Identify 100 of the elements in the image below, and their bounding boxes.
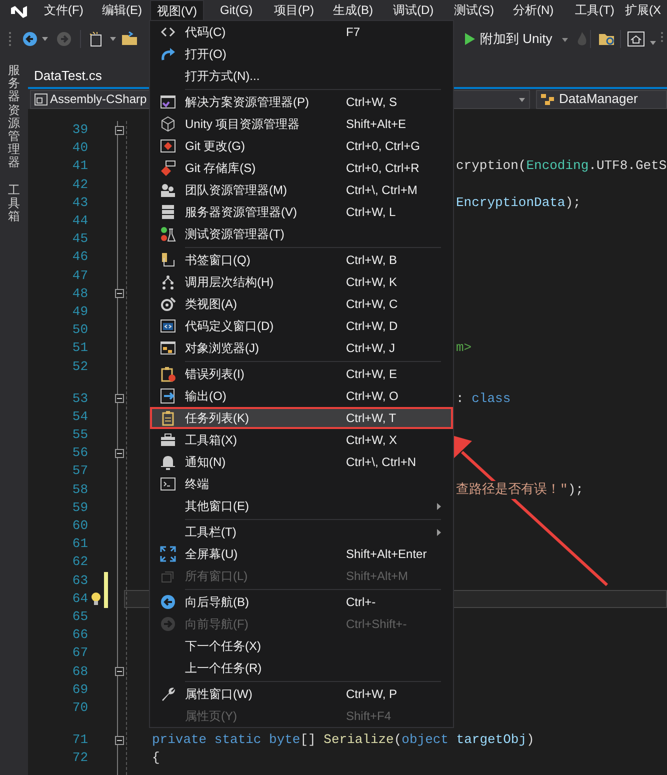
menu-item[interactable]: 类视图(A) Ctrl+W, C bbox=[150, 293, 453, 315]
line-number: 49 bbox=[71, 302, 88, 321]
gear-icon[interactable] bbox=[160, 296, 176, 312]
toolbox-icon[interactable] bbox=[160, 432, 176, 448]
folder-search-icon[interactable] bbox=[598, 31, 616, 47]
menu-item[interactable]: 测试资源管理器(T) bbox=[150, 223, 453, 245]
type-dropdown[interactable]: DataManager bbox=[536, 90, 667, 108]
menu-item[interactable]: 团队资源管理器(M) Ctrl+\, Ctrl+M bbox=[150, 179, 453, 201]
collapse-icon[interactable] bbox=[114, 448, 124, 458]
menu-item[interactable]: 打开(O) bbox=[150, 43, 453, 65]
menu-item[interactable]: 工具栏(T) bbox=[150, 521, 453, 543]
caret-icon[interactable] bbox=[42, 37, 48, 41]
menu-item[interactable]: Unity 项目资源管理器 Shift+Alt+E bbox=[150, 113, 453, 135]
redo-arrow-icon[interactable] bbox=[160, 46, 176, 62]
collapse-icon[interactable] bbox=[114, 667, 124, 676]
bookmark-icon[interactable] bbox=[160, 252, 176, 268]
submenu-arrow-icon[interactable] bbox=[437, 529, 441, 536]
menu-item[interactable]: 输出(O) Ctrl+W, O bbox=[150, 385, 453, 407]
fullscreen-icon[interactable] bbox=[160, 546, 176, 562]
collapse-icon[interactable] bbox=[114, 289, 124, 298]
menu-bar-item[interactable]: 生成(B) bbox=[327, 0, 379, 21]
menu-item[interactable]: 上一个任务(R) bbox=[150, 657, 453, 679]
line-number: 61 bbox=[71, 535, 88, 554]
menu-bar-item[interactable]: 文件(F) bbox=[38, 0, 90, 21]
back-icon[interactable] bbox=[22, 31, 38, 47]
line-number: 59 bbox=[71, 498, 88, 517]
collapse-icon[interactable] bbox=[114, 736, 124, 745]
menu-bar-item[interactable]: 项目(P) bbox=[268, 0, 320, 21]
git-repo-icon[interactable] bbox=[160, 160, 176, 176]
menu-item[interactable]: 对象浏览器(J) Ctrl+W, J bbox=[150, 337, 453, 359]
caret-icon[interactable] bbox=[110, 37, 116, 41]
caret-icon[interactable] bbox=[650, 41, 656, 45]
menu-bar-item[interactable]: 编辑(E) bbox=[96, 0, 148, 21]
menu-bar-item[interactable]: Git(G) bbox=[214, 0, 259, 21]
clipboard-icon[interactable] bbox=[160, 410, 176, 426]
server-icon[interactable] bbox=[160, 204, 176, 220]
side-tab[interactable]: 服务器资源管理器 bbox=[8, 64, 20, 170]
collapse-icon[interactable] bbox=[114, 394, 124, 404]
menu-item[interactable]: 打开方式(N)... bbox=[150, 65, 453, 87]
wrench-icon[interactable] bbox=[160, 686, 176, 702]
menu-item[interactable]: Git 更改(G) Ctrl+0, Ctrl+G bbox=[150, 135, 453, 157]
caret-icon[interactable] bbox=[562, 38, 568, 42]
grip-icon[interactable] bbox=[8, 31, 12, 47]
menu-item[interactable]: 调用层次结构(H) Ctrl+W, K bbox=[150, 271, 453, 293]
menu-item[interactable]: 代码定义窗口(D) Ctrl+W, D bbox=[150, 315, 453, 337]
project-icon[interactable] bbox=[34, 92, 48, 106]
side-tab[interactable]: 工具箱 bbox=[8, 184, 20, 224]
submenu-arrow-icon[interactable] bbox=[437, 503, 441, 510]
menu-bar-item[interactable]: 测试(S) bbox=[448, 0, 500, 21]
folder-icon[interactable] bbox=[121, 31, 139, 47]
menu-bar-item[interactable]: 分析(N) bbox=[507, 0, 560, 21]
lightbulb-icon[interactable] bbox=[91, 592, 101, 606]
line-number: 40 bbox=[71, 139, 88, 158]
cube-icon[interactable] bbox=[160, 116, 176, 132]
play-icon[interactable] bbox=[464, 32, 476, 46]
line-number: 55 bbox=[71, 426, 88, 444]
menu-item[interactable]: 下一个任务(X) bbox=[150, 635, 453, 657]
line-number: 65 bbox=[71, 608, 88, 626]
caret-icon[interactable] bbox=[519, 98, 525, 102]
menu-item[interactable]: 通知(N) Ctrl+\, Ctrl+N bbox=[150, 451, 453, 473]
line-number: 62 bbox=[71, 553, 88, 572]
back-icon[interactable] bbox=[160, 594, 176, 610]
menu-bar-item[interactable]: 扩展(X bbox=[619, 0, 667, 21]
document-tab[interactable]: DataTest.cs bbox=[28, 65, 108, 87]
menu-item[interactable]: 终端 bbox=[150, 473, 453, 495]
line-number: 43 bbox=[71, 194, 88, 212]
menu-item[interactable]: 向后导航(B) Ctrl+- bbox=[150, 591, 453, 613]
menu-bar-item[interactable]: 工具(T) bbox=[569, 0, 620, 21]
menu-item[interactable]: 服务器资源管理器(V) Ctrl+W, L bbox=[150, 201, 453, 223]
line-number: 71 bbox=[71, 731, 88, 750]
output-icon[interactable] bbox=[160, 388, 176, 404]
object-browser-icon[interactable] bbox=[160, 340, 176, 356]
line-number: 68 bbox=[71, 662, 88, 681]
hierarchy-icon[interactable] bbox=[160, 274, 176, 290]
git-changes-icon[interactable] bbox=[160, 138, 176, 154]
collapse-icon[interactable] bbox=[114, 126, 124, 135]
new-file-icon[interactable] bbox=[88, 31, 104, 47]
attach-unity-button[interactable]: 附加到 Unity bbox=[480, 29, 552, 49]
line-number: 47 bbox=[71, 266, 88, 285]
terminal-icon[interactable] bbox=[160, 476, 176, 492]
menu-item[interactable]: 书签窗口(Q) Ctrl+W, B bbox=[150, 249, 453, 271]
window-icon[interactable] bbox=[160, 94, 176, 110]
menu-item[interactable]: 工具箱(X) Ctrl+W, X bbox=[150, 429, 453, 451]
menu-item[interactable]: 错误列表(I) Ctrl+W, E bbox=[150, 363, 453, 385]
people-icon[interactable] bbox=[160, 182, 176, 198]
menu-item[interactable]: Git 存储库(S) Ctrl+0, Ctrl+R bbox=[150, 157, 453, 179]
home-window-icon[interactable] bbox=[627, 31, 645, 47]
code-window-icon[interactable] bbox=[160, 318, 176, 334]
bell-icon[interactable] bbox=[160, 454, 176, 470]
menu-item[interactable]: 代码(C) F7 bbox=[150, 21, 453, 43]
menu-item[interactable]: 任务列表(K) Ctrl+W, T bbox=[150, 407, 453, 429]
clipboard-error-icon[interactable] bbox=[160, 366, 176, 382]
class-icon[interactable] bbox=[540, 92, 556, 106]
menu-bar-item[interactable]: 调试(D) bbox=[387, 0, 440, 21]
menu-item[interactable]: 全屏幕(U) Shift+Alt+Enter bbox=[150, 543, 453, 565]
menu-item[interactable]: 解决方案资源管理器(P) Ctrl+W, S bbox=[150, 91, 453, 113]
menu-bar-item[interactable]: 视图(V) bbox=[150, 0, 204, 21]
flask-icon[interactable] bbox=[160, 226, 176, 242]
menu-item[interactable]: 其他窗口(E) bbox=[150, 495, 453, 517]
menu-item[interactable]: 属性窗口(W) Ctrl+W, P bbox=[150, 683, 453, 705]
